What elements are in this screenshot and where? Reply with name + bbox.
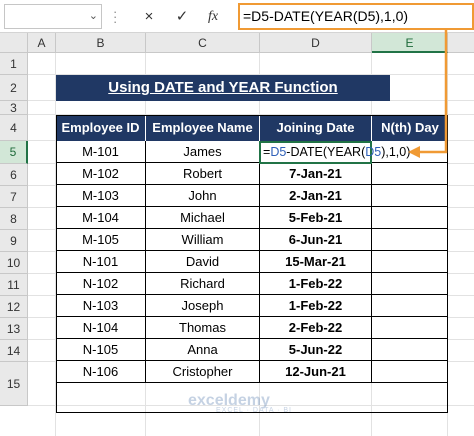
chevron-down-icon[interactable]: ⌄ (89, 9, 98, 22)
formula-input[interactable]: =D5-DATE(YEAR(D5),1,0) (238, 3, 474, 30)
header-nth-day: N(th) Day (372, 115, 448, 141)
cell-employee-id[interactable]: N-102 (56, 273, 146, 295)
cell-joining-date[interactable]: 2-Jan-21 (260, 185, 372, 207)
cell-employee-id[interactable]: N-104 (56, 317, 146, 339)
cell-joining-date[interactable]: 5-Feb-21 (260, 207, 372, 229)
cell-joining-date[interactable]: 1-Feb-22 (260, 273, 372, 295)
cell-nth-day[interactable] (372, 251, 448, 273)
cell-employee-name[interactable]: David (146, 251, 260, 273)
cell-joining-date[interactable]: 2-Feb-22 (260, 317, 372, 339)
column-header-c[interactable]: C (146, 33, 260, 53)
cell-employee-id[interactable]: M-103 (56, 185, 146, 207)
row-header-12[interactable]: 12 (0, 296, 28, 318)
row-header-9[interactable]: 9 (0, 230, 28, 252)
edit-text-end: ),1,0) (381, 145, 411, 159)
cell-employee-name[interactable]: Anna (146, 339, 260, 361)
cell-nth-day[interactable] (372, 229, 448, 251)
header-employee-id: Employee ID (56, 115, 146, 141)
column-header-e[interactable]: E (372, 33, 448, 53)
column-header-d[interactable]: D (260, 33, 372, 53)
column-header-a[interactable]: A (28, 33, 56, 53)
row-header-2[interactable]: 2 (0, 75, 28, 101)
cell-employee-name[interactable]: John (146, 185, 260, 207)
cell-joining-date[interactable]: 7-Jan-21 (260, 163, 372, 185)
cell-employee-name[interactable]: Robert (146, 163, 260, 185)
drag-handle-icon[interactable]: · · · (113, 5, 117, 28)
cell-joining-date[interactable]: 15-Mar-21 (260, 251, 372, 273)
cell-employee-name[interactable]: Michael (146, 207, 260, 229)
cell-joining-date[interactable]: 6-Jun-21 (260, 229, 372, 251)
row-header-5[interactable]: 5 (0, 141, 28, 164)
cell-employee-id[interactable]: M-101 (56, 141, 146, 163)
row-header-6[interactable]: 6 (0, 164, 28, 186)
edit-text-mid: -DATE(YEAR( (286, 145, 366, 159)
cell-employee-name[interactable]: Richard (146, 273, 260, 295)
edit-text-ref2: D5 (365, 145, 382, 159)
formula-bar: ⌄ · · · × ✓ fx =D5-DATE(YEAR(D5),1,0) (0, 0, 474, 33)
cell-joining-date[interactable]: 5-Jun-22 (260, 339, 372, 361)
row-header-13[interactable]: 13 (0, 318, 28, 340)
sheet-title: Using DATE and YEAR Function (56, 75, 390, 101)
cell-nth-day[interactable] (372, 361, 448, 383)
cell-employee-name[interactable]: James (146, 141, 260, 163)
watermark-logo: exceldemy EXCEL · DATA · BI (188, 392, 318, 422)
cell-employee-id[interactable]: N-105 (56, 339, 146, 361)
name-box[interactable]: ⌄ (4, 4, 102, 29)
row-header-10[interactable]: 10 (0, 252, 28, 274)
row-header-3[interactable]: 3 (0, 101, 28, 115)
cell-nth-day[interactable] (372, 207, 448, 229)
cell-nth-day[interactable] (372, 317, 448, 339)
edit-text-ref1: D5 (270, 145, 287, 159)
cell-employee-id[interactable]: N-103 (56, 295, 146, 317)
row-header-1[interactable]: 1 (0, 53, 28, 75)
cell-employee-id[interactable]: N-106 (56, 361, 146, 383)
row-header-15[interactable]: 15 (0, 362, 28, 406)
cell-edit-d5[interactable]: =D5-DATE(YEAR(D5),1,0) (259, 141, 410, 164)
cell-nth-day[interactable] (372, 339, 448, 361)
select-all-corner[interactable] (0, 33, 28, 53)
cell-nth-day[interactable] (372, 163, 448, 185)
row-header-4[interactable]: 4 (0, 115, 28, 141)
cell-nth-day[interactable] (372, 273, 448, 295)
cell-employee-id[interactable]: M-102 (56, 163, 146, 185)
cancel-icon[interactable]: × (139, 6, 159, 28)
cell-nth-day[interactable] (372, 185, 448, 207)
cell-employee-name[interactable]: Thomas (146, 317, 260, 339)
insert-function-icon[interactable]: fx (208, 6, 218, 28)
cell-nth-day[interactable] (372, 295, 448, 317)
header-joining-date: Joining Date (260, 115, 372, 141)
row-header-11[interactable]: 11 (0, 274, 28, 296)
row-header-8[interactable]: 8 (0, 208, 28, 230)
cell-employee-id[interactable]: M-104 (56, 207, 146, 229)
enter-icon[interactable]: ✓ (172, 6, 192, 28)
column-header-b[interactable]: B (56, 33, 146, 53)
cell-joining-date[interactable]: 12-Jun-21 (260, 361, 372, 383)
row-header-14[interactable]: 14 (0, 340, 28, 362)
cell-employee-name[interactable]: Joseph (146, 295, 260, 317)
cell-employee-id[interactable]: M-105 (56, 229, 146, 251)
cell-employee-name[interactable]: Cristopher (146, 361, 260, 383)
cell-employee-name[interactable]: William (146, 229, 260, 251)
cell-joining-date[interactable]: 1-Feb-22 (260, 295, 372, 317)
column-header-f[interactable] (448, 33, 474, 53)
header-employee-name: Employee Name (146, 115, 260, 141)
cell-employee-id[interactable]: N-101 (56, 251, 146, 273)
row-header-7[interactable]: 7 (0, 186, 28, 208)
